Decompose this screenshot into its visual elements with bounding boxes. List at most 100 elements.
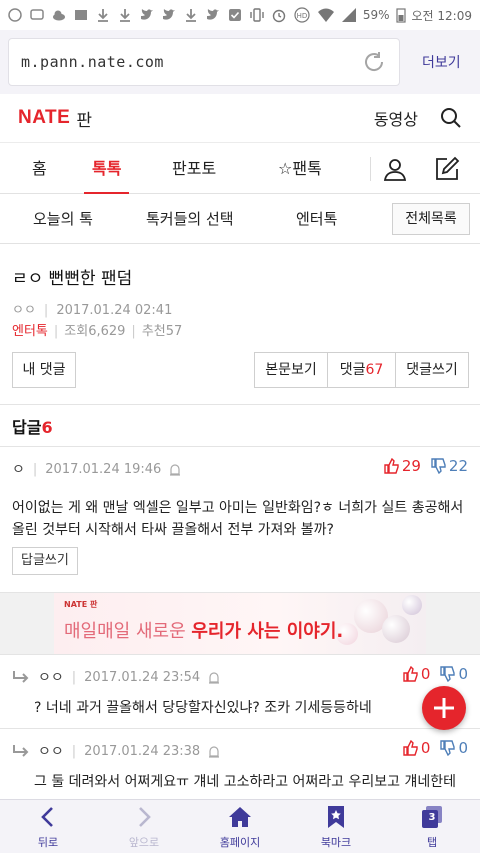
comment-item: ㅇㅇ | 2017.01.24 23:54 0 0 ? 너네 과거 끌올해서 당… [0,654,480,728]
comment-item: ㅇㅇ | 2017.01.24 23:38 0 0 그 둘 데려와서 어쩌게요ㅠ… [0,728,480,800]
add-fab-button[interactable] [422,686,466,730]
thumbs-down-icon [431,458,446,474]
signal-icon [341,8,356,22]
post-recommend: 추천57 [141,324,183,339]
downvote-button[interactable]: 0 [440,665,468,683]
battery-percent: 59% [362,8,390,22]
video-link[interactable]: 동영상 [374,106,418,130]
upvote-count: 0 [420,665,431,683]
upvote-count: 0 [420,739,431,757]
section-divider [0,404,480,405]
tab-panpoto[interactable]: 판포토 [172,143,216,195]
reply-arrow-icon [13,745,29,757]
forward-button[interactable]: 앞으로 [96,800,192,853]
comments-label: 댓글 [339,362,366,378]
replies-label: 답글 [12,418,42,437]
pearl-decoration [382,615,410,643]
comment-author: ㅇ [12,462,25,478]
tab-fantok[interactable]: ☆팬톡 [278,143,322,195]
comment-date: 2017.01.24 23:38 [84,743,201,759]
sub-tabs: 오늘의 톡 톡커들의 선택 엔터톡 전체목록 [0,194,480,244]
twitter-icon-2 [163,9,175,20]
comment-author: ㅇㅇ [38,744,64,760]
my-comments-button[interactable]: 내 댓글 [12,352,76,388]
vibrate-icon [250,8,264,22]
downvote-button[interactable]: 0 [440,739,468,757]
user-icon[interactable] [383,157,407,181]
comment-date: 2017.01.24 19:46 [45,461,162,477]
post-date: 2017.01.24 02:41 [56,303,173,318]
report-icon[interactable] [208,670,220,684]
comment-text: ? 너네 과거 끌올해서 당당할자신있냐? 조카 기세등등하네 [34,700,372,716]
nate-pann-logo[interactable]: NATE 판 [18,106,92,131]
comment-text: 그 둘 데려와서 어쩌게요ㅠ 걔네 고소하라고 어쩌라고 우리보고 걔네한테 [34,774,456,790]
tab-count: 3 [428,812,436,823]
back-icon [41,807,53,827]
back-button[interactable]: 뒤로 [0,800,96,853]
tab-home[interactable]: 홈 [32,143,47,195]
wifi-icon [317,8,334,22]
chat-icon [30,9,44,20]
download-icon-3 [186,9,196,22]
battery-icon [395,8,406,23]
ad-section: NATE 판 매일매일 새로운 우리가 사는 이야기. [0,592,480,655]
post-stats: 엔터톡 | 조회6,629 | 추천57 [12,324,183,339]
view-body-button[interactable]: 본문보기 [254,352,328,388]
thumbs-up-icon [384,458,399,474]
homepage-label: 홈페이지 [219,836,261,849]
clock: 오전 12:09 [411,8,472,23]
cloud-icon [53,10,65,21]
search-icon[interactable] [440,107,462,129]
forward-label: 앞으로 [128,836,160,849]
downvote-count: 22 [448,457,468,475]
url-text: m.pann.nate.com [21,53,164,71]
more-menu-button[interactable]: 더보기 [422,52,461,72]
downvote-count: 0 [458,739,468,757]
logo-section: 판 [76,110,92,131]
comment-votes: 0 0 [403,665,468,683]
site-header: NATE 판 동영상 [0,94,480,142]
write-comment-button[interactable]: 댓글쓰기 [395,352,469,388]
write-icon[interactable] [434,156,460,182]
bookmark-button[interactable]: 북마크 [288,800,384,853]
status-bar: HD 59% 오전 12:09 [0,0,480,30]
address-bar[interactable]: m.pann.nate.com [8,38,400,86]
comments-count: 67 [365,362,384,378]
subtab-choice[interactable]: 톡커들의 선택 [146,194,234,244]
browser-toolbar: m.pann.nate.com 더보기 [0,30,480,94]
ad-banner[interactable]: NATE 판 매일매일 새로운 우리가 사는 이야기. [54,593,426,655]
tabs-button[interactable]: 3 탭 [384,800,480,853]
downvote-button[interactable]: 22 [431,457,468,475]
all-list-button[interactable]: 전체목록 [392,203,470,235]
home-icon [229,807,251,827]
twitter-icon [141,9,153,20]
tab-toktok[interactable]: 톡톡 [83,143,131,195]
hd-icon: HD [294,7,310,23]
upvote-button[interactable]: 29 [384,457,421,475]
comment-votes: 0 0 [403,739,468,757]
upvote-button[interactable]: 0 [403,739,431,757]
thumbs-down-icon [440,666,456,682]
thumbs-up-icon [403,666,418,682]
reply-button[interactable]: 답글쓰기 [12,547,78,575]
homepage-button[interactable]: 홈페이지 [192,800,288,853]
replies-count: 6 [41,418,53,437]
main-tabs: 홈 톡톡 판포토 ☆팬톡 [0,142,480,195]
bookmark-label: 북마크 [320,836,352,849]
comment-meta: ㅇㅇ | 2017.01.24 23:54 [12,667,220,687]
tabs-label: 탭 [426,836,438,849]
ad-text: 매일매일 새로운 우리가 사는 이야기. [64,621,344,642]
report-icon[interactable] [208,744,220,758]
reload-icon[interactable] [361,49,387,75]
upvote-button[interactable]: 0 [403,665,431,683]
subtab-today[interactable]: 오늘의 톡 [33,194,93,244]
report-icon[interactable] [169,462,181,476]
thumbs-down-icon [440,740,456,756]
browser-bottom-nav: 뒤로 앞으로 홈페이지 북마크 3 탭 [0,799,480,853]
comment-author: ㅇㅇ [38,670,64,686]
subtab-enter[interactable]: 엔터톡 [296,194,337,244]
post-category[interactable]: 엔터톡 [12,324,48,339]
tab-divider [370,157,371,181]
comment-text: 어이없는 게 왜 맨날 엑셀은 일부고 아미는 일반화임?ㅎ 너희가 실트 총공… [12,500,464,538]
comments-button[interactable]: 댓글67 [327,352,396,388]
